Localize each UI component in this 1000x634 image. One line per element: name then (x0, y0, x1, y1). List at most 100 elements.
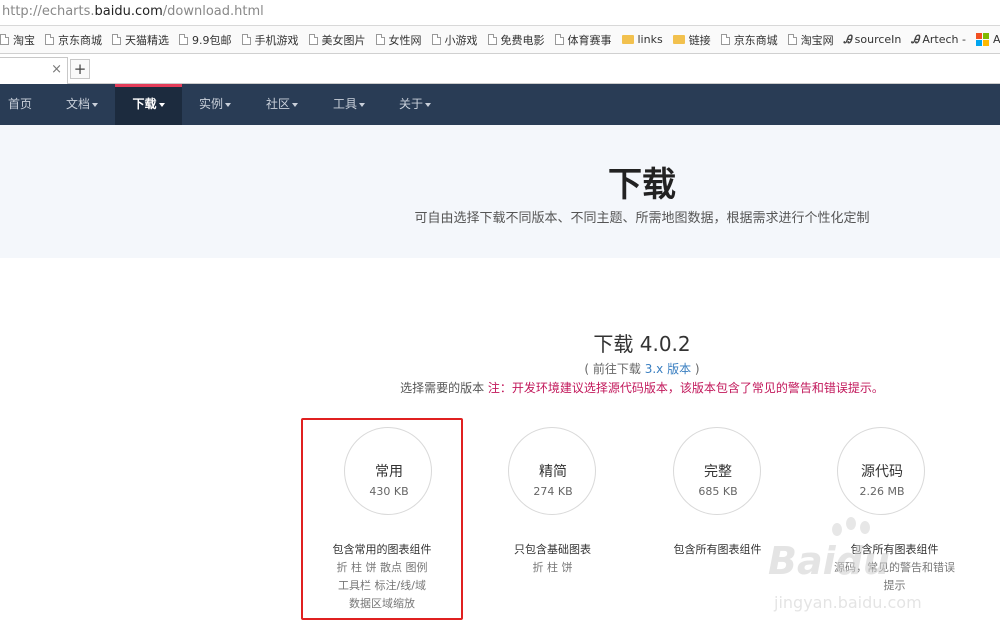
caret-down-icon (225, 102, 231, 107)
bookmark-item[interactable]: 淘宝网 (787, 32, 834, 48)
folder-icon (672, 35, 685, 44)
nav-label: 首页 (7, 97, 32, 111)
prev-close: ) (691, 362, 700, 376)
close-tab-icon[interactable]: × (51, 62, 62, 77)
bookmarks-bar: 淘宝 京东商城 天猫精选 9.9包邮 手机游戏 美女图片 女性网 小游戏 免费电影 体育赛事 lin… (0, 26, 1000, 54)
nav-label: 社区 (265, 97, 290, 111)
folder-icon (621, 35, 634, 44)
bookmark-item[interactable]: 体育赛事 (554, 32, 612, 48)
page-icon (0, 34, 9, 45)
page-icon (787, 34, 797, 45)
version-note: 选择需要的版本 注：开发环境建议选择源代码版本，该版本包含了常见的警告和错误提示… (0, 379, 1000, 396)
bookmark-item[interactable]: 女性网 (375, 32, 422, 48)
address-bar[interactable]: http://echarts.baidu.com/download.html (0, 0, 1000, 26)
bookmark-label: ASP.NET (992, 33, 1000, 46)
url-prefix: http://echarts. (2, 4, 95, 19)
caret-down-icon (425, 102, 431, 107)
bookmark-item[interactable]: 9.9包邮 (179, 32, 232, 48)
browser-tab[interactable]: × (0, 57, 68, 84)
bookmark-item[interactable]: 美女图片 (308, 32, 366, 48)
bookmark-item[interactable]: links (621, 33, 663, 46)
bookmark-item[interactable]: 淘宝 (0, 32, 35, 48)
nav-label: 下载 (132, 97, 157, 111)
caret-down-icon (292, 102, 298, 107)
bookmark-label: links (637, 33, 663, 46)
hero-banner: 下载 可自由选择下载不同版本、不同主题、所需地图数据，根据需求进行个性化定制 (0, 125, 1000, 258)
bookmark-label: 免费电影 (500, 33, 545, 47)
page-icon (112, 34, 121, 45)
note-label: 选择需要的版本 (400, 381, 485, 395)
nav-examples[interactable]: 实例 (185, 84, 245, 125)
page-icon (487, 34, 497, 45)
prev-open: ( 前往下载 (584, 362, 645, 376)
page-icon (431, 34, 441, 45)
bookmark-item[interactable]: 小游戏 (431, 32, 478, 48)
nav-home[interactable]: 首页 (0, 84, 40, 125)
bookmark-item[interactable]: Ꭿ Artech - (911, 33, 966, 47)
bookmark-label: 美女图片 (321, 33, 366, 47)
page-icon (45, 34, 54, 45)
package-detail: 折 柱 饼 (532, 561, 573, 574)
bookmark-item[interactable]: 京东商城 (720, 32, 778, 48)
caret-down-icon (92, 102, 98, 107)
windows-icon (975, 33, 989, 46)
package-size: 274 KB (533, 485, 573, 498)
nav-tools[interactable]: 工具 (319, 84, 379, 125)
bookmark-item[interactable]: ᎯsourceIn (844, 33, 902, 47)
page-icon (720, 34, 730, 45)
bookmark-label: 天猫精选 (125, 33, 169, 47)
page-icon (375, 34, 385, 45)
highlight-box (301, 418, 463, 620)
download-title: 下载 4.0.2 (593, 332, 691, 356)
new-tab-button[interactable]: + (70, 59, 90, 79)
page-icon (179, 34, 188, 45)
page-subtitle: 可自由选择下载不同版本、不同主题、所需地图数据，根据需求进行个性化定制 (414, 211, 870, 226)
nav-community[interactable]: 社区 (252, 84, 312, 125)
nav-label: 文档 (65, 97, 90, 111)
page-title: 下载 (608, 165, 676, 205)
site-nav: 首页 文档 下载 实例 社区 工具 关于 (0, 84, 1000, 125)
bookmark-item[interactable]: ASP.NET (975, 33, 1000, 46)
page-icon (554, 34, 564, 45)
paw-icon (860, 521, 870, 534)
package-name: 完整 (704, 464, 732, 480)
url-path: /download.html (162, 4, 264, 19)
caret-down-icon (359, 102, 365, 107)
bookmark-label: 9.9包邮 (192, 33, 232, 47)
bookmark-label: 手机游戏 (254, 33, 299, 47)
package-size: 2.26 MB (859, 485, 905, 498)
tab-strip: × + (0, 54, 1000, 84)
site-icon: Ꭿ (843, 32, 852, 46)
bookmark-item[interactable]: 链接 (672, 32, 711, 48)
watermark-logo: Baidu (768, 539, 890, 583)
nav-docs[interactable]: 文档 (52, 84, 112, 125)
nav-about[interactable]: 关于 (385, 84, 445, 125)
prev-version-link[interactable]: 3.x 版本 (645, 362, 691, 376)
bookmark-item[interactable]: 手机游戏 (241, 32, 299, 48)
page-icon (241, 34, 251, 45)
package-source-button[interactable]: 源代码 2.26 MB (837, 427, 925, 515)
package-full-button[interactable]: 完整 685 KB (673, 427, 761, 515)
baidu-watermark: Baidu jingyan.baidu.com (760, 515, 1000, 634)
package-size: 685 KB (698, 485, 738, 498)
caret-down-icon (158, 102, 165, 107)
url-text[interactable]: http://echarts.baidu.com/download.html (2, 4, 264, 19)
bookmark-item[interactable]: 京东商城 (45, 32, 102, 48)
url-domain: baidu.com (94, 4, 163, 19)
bookmark-label: 链接 (688, 33, 711, 47)
site-icon: Ꭿ (911, 32, 920, 46)
note-warning: 注：开发环境建议选择源代码版本，该版本包含了常见的警告和错误提示。 (487, 381, 884, 395)
bookmark-label: 淘宝 (13, 33, 35, 47)
bookmark-item[interactable]: 天猫精选 (112, 32, 169, 48)
paw-icon (832, 523, 842, 536)
nav-download[interactable]: 下载 (115, 84, 182, 125)
bookmark-item[interactable]: 免费电影 (487, 32, 545, 48)
package-name: 源代码 (861, 464, 903, 480)
watermark-url: jingyan.baidu.com (774, 593, 922, 612)
bookmark-label: 女性网 (388, 33, 422, 47)
nav-label: 关于 (398, 97, 423, 111)
paw-icon (846, 517, 856, 530)
package-lite-button[interactable]: 精简 274 KB (508, 427, 596, 515)
bookmark-label: 京东商城 (58, 33, 102, 47)
package-name: 精简 (539, 464, 567, 480)
